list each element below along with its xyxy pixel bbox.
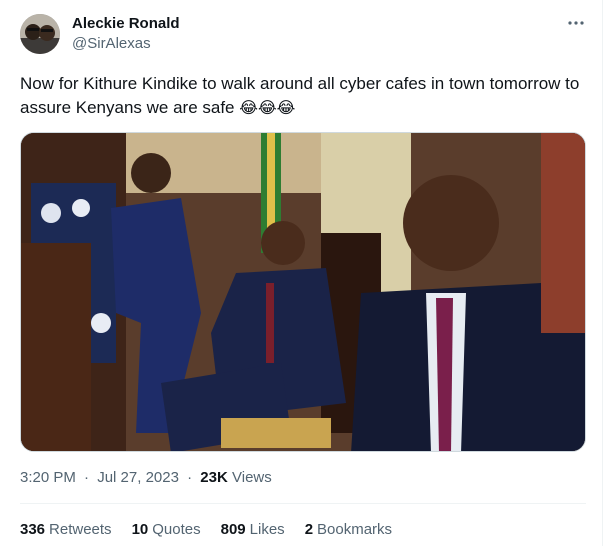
author-handle[interactable]: @SirAlexas <box>72 35 151 53</box>
views-label: Views <box>232 469 272 486</box>
bookmarks-label: Bookmarks <box>317 521 393 538</box>
tweet-card: Aleckie Ronald @SirAlexas Now for Kithur… <box>0 0 603 546</box>
tweet-text: Now for Kithure Kindike to walk around a… <box>20 72 590 121</box>
laughing-emoji: 😂😂😂 <box>239 100 296 117</box>
retweets-label: Retweets <box>49 521 112 538</box>
tweet-time[interactable]: 3:20 PM <box>20 469 76 486</box>
bookmarks-count: 2 <box>304 521 314 538</box>
quotes-count: 10 <box>131 521 149 538</box>
tweet-date[interactable]: Jul 27, 2023 <box>97 469 179 486</box>
avatar[interactable] <box>20 14 60 54</box>
bookmarks-stat[interactable]: 2 Bookmarks <box>305 521 392 539</box>
engagement-stats: 336 Retweets 10 Quotes 809 Likes 2 Bookmarks <box>20 521 412 539</box>
more-horizontal-icon <box>568 21 584 25</box>
meta-separator: · <box>84 469 90 486</box>
likes-stat[interactable]: 809 Likes <box>221 521 285 539</box>
meta-separator: · <box>187 469 193 486</box>
tweet-photo[interactable] <box>20 132 586 452</box>
author-name[interactable]: Aleckie Ronald <box>72 15 180 33</box>
divider <box>20 503 586 504</box>
more-options-button[interactable] <box>564 13 588 33</box>
retweets-stat[interactable]: 336 Retweets <box>20 521 112 539</box>
views-count: 23K <box>200 469 228 486</box>
quotes-label: Quotes <box>152 521 201 538</box>
tweet-body: Now for Kithure Kindike to walk around a… <box>20 74 580 117</box>
likes-count: 809 <box>220 521 246 538</box>
tweet-meta: 3:20 PM · Jul 27, 2023 · 23K Views <box>20 469 272 487</box>
quotes-stat[interactable]: 10 Quotes <box>132 521 201 539</box>
retweets-count: 336 <box>20 521 46 538</box>
likes-label: Likes <box>249 521 285 538</box>
